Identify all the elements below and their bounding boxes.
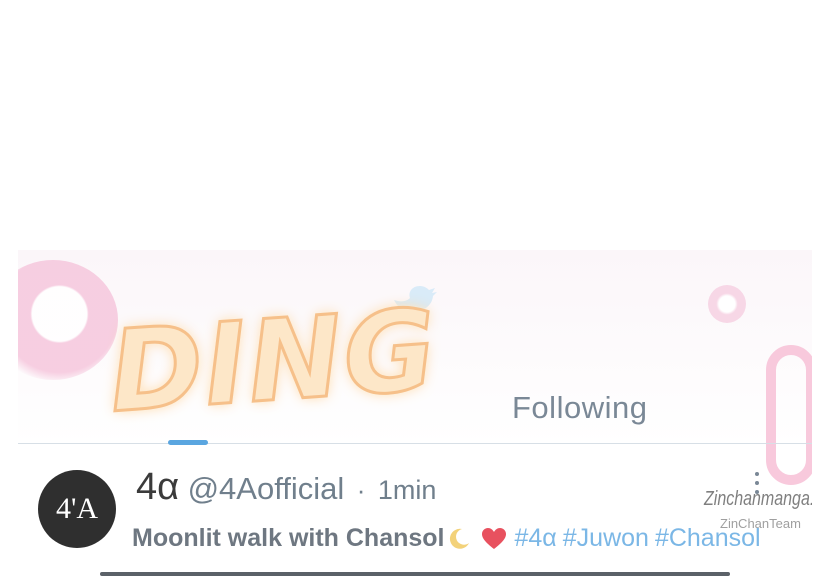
tab-following[interactable]: Following bbox=[512, 390, 647, 426]
tweet-body: Moonlit walk with Chansol #4α #Juwon #Chan… bbox=[132, 524, 767, 553]
media-preview-edge bbox=[100, 572, 730, 576]
sound-effect-text: DING bbox=[104, 284, 444, 440]
moon-icon bbox=[449, 529, 469, 550]
hashtag-link[interactable]: #Chansol bbox=[655, 524, 761, 552]
social-feed-panel: Following DING 4'A 4α @4Aofficial · 1min… bbox=[18, 250, 812, 576]
blank-page-area bbox=[0, 0, 830, 250]
tweet-header: 4α @4Aofficial · 1min bbox=[136, 466, 436, 509]
display-name[interactable]: 4α bbox=[136, 466, 179, 508]
timestamp: 1min bbox=[377, 475, 437, 505]
tweet-text: Moonlit walk with Chansol bbox=[132, 524, 445, 552]
watermark-text: Zinchanmanga.net bbox=[704, 488, 812, 510]
hashtag-link[interactable]: #Juwon bbox=[563, 524, 649, 552]
separator-dot: · bbox=[356, 475, 366, 505]
tab-divider bbox=[18, 443, 812, 444]
tab-active-indicator bbox=[168, 440, 208, 445]
heart-icon bbox=[481, 528, 506, 550]
tweet-card[interactable]: 4'A 4α @4Aofficial · 1min Zinchanmanga.n… bbox=[18, 460, 812, 576]
avatar[interactable]: 4'A bbox=[38, 470, 116, 548]
hashtag-link[interactable]: #4α bbox=[515, 524, 557, 552]
decorative-bubble bbox=[708, 285, 746, 323]
user-handle[interactable]: @4Aofficial bbox=[188, 471, 345, 506]
